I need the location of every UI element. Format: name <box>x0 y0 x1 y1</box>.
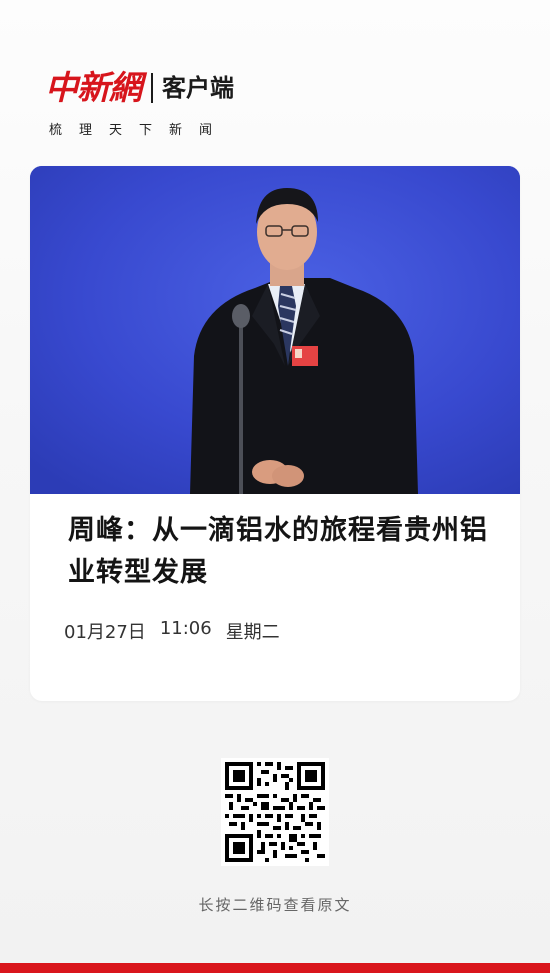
qr-caption: 长按二维码查看原文 <box>198 896 352 914</box>
article-card[interactable]: 周峰：从一滴铝水的旅程看贵州铝业转型发展 01月27日 11:06 星期二 <box>30 166 520 701</box>
client-label: 客户端 <box>162 74 234 102</box>
article-meta: 01月27日 11:06 星期二 <box>64 618 280 644</box>
bottom-brand-bar <box>0 963 550 973</box>
qr-code-icon <box>225 762 325 862</box>
article-weekday: 星期二 <box>225 622 280 643</box>
news-photo-speaker-icon <box>30 166 520 494</box>
article-photo[interactable] <box>30 166 520 494</box>
chinanews-logo: 中新網 <box>45 68 142 107</box>
brand-slogan: 梳理天下新闻 <box>49 123 230 138</box>
article-date: 01月27日 <box>64 622 146 643</box>
article-time: 11:06 <box>159 618 212 639</box>
article-headline[interactable]: 周峰：从一滴铝水的旅程看贵州铝业转型发展 <box>68 510 488 594</box>
share-poster: 中新網 客户端 梳理天下新闻 周峰：从一滴铝水的旅程看贵州铝业转型发展 01月2… <box>0 0 550 973</box>
brand-header: 中新網 客户端 <box>45 66 234 110</box>
qr-code[interactable] <box>221 758 329 866</box>
brand-divider <box>151 73 153 103</box>
